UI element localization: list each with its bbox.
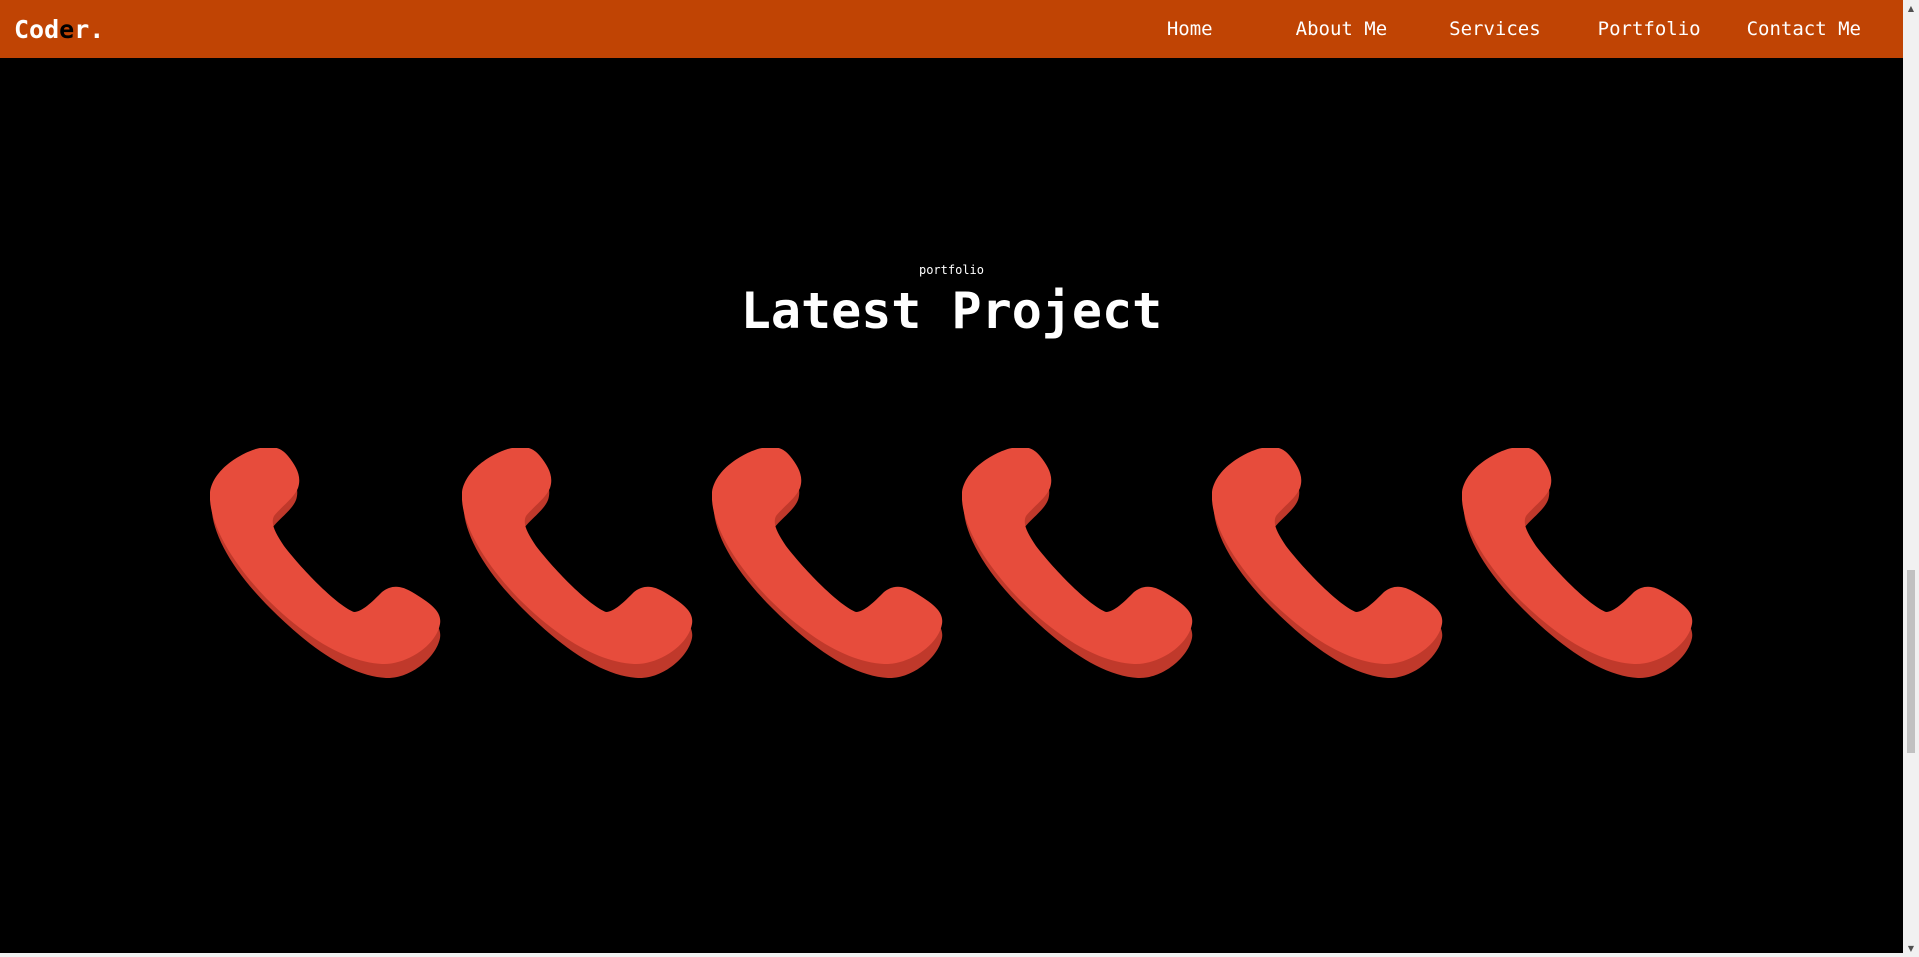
- scrollbar-thumb[interactable]: [1907, 570, 1915, 753]
- page: Coder. Home About Me Services Portfolio …: [0, 0, 1919, 957]
- section-heading: Latest Project: [740, 282, 1163, 340]
- vertical-scrollbar[interactable]: ▲ ▼: [1903, 0, 1919, 957]
- scroll-up-arrow-icon[interactable]: ▲: [1903, 0, 1919, 17]
- nav-link-services[interactable]: Services: [1449, 18, 1541, 40]
- navbar: Coder. Home About Me Services Portfolio …: [0, 0, 1903, 58]
- project-item[interactable]: [1462, 448, 1694, 680]
- project-item[interactable]: [712, 448, 944, 680]
- phone-icon: [1462, 448, 1693, 679]
- project-item[interactable]: [462, 448, 694, 680]
- section-subheading: portfolio: [918, 263, 985, 277]
- project-item[interactable]: [962, 448, 1194, 680]
- nav-link-portfolio[interactable]: Portfolio: [1598, 18, 1701, 40]
- nav-links: Home About Me Services Portfolio Contact…: [1167, 18, 1861, 40]
- project-grid: [210, 448, 1700, 680]
- nav-link-contact-me[interactable]: Contact Me: [1747, 18, 1861, 40]
- nav-link-home[interactable]: Home: [1167, 18, 1213, 40]
- phone-icon: [712, 448, 943, 679]
- nav-link-about-me[interactable]: About Me: [1296, 18, 1388, 40]
- logo-text-part1: Cod: [14, 14, 60, 44]
- project-item[interactable]: [1212, 448, 1444, 680]
- phone-icon: [962, 448, 1193, 679]
- phone-icon: [210, 448, 441, 679]
- horizontal-scrollbar-track: [0, 953, 1903, 957]
- site-logo[interactable]: Coder.: [14, 15, 104, 44]
- scroll-down-arrow-icon[interactable]: ▼: [1903, 940, 1919, 957]
- logo-text-part3: r.: [74, 14, 105, 44]
- logo-text-part2: e: [59, 14, 75, 44]
- phone-icon: [1212, 448, 1443, 679]
- phone-icon: [462, 448, 693, 679]
- project-item[interactable]: [210, 448, 442, 680]
